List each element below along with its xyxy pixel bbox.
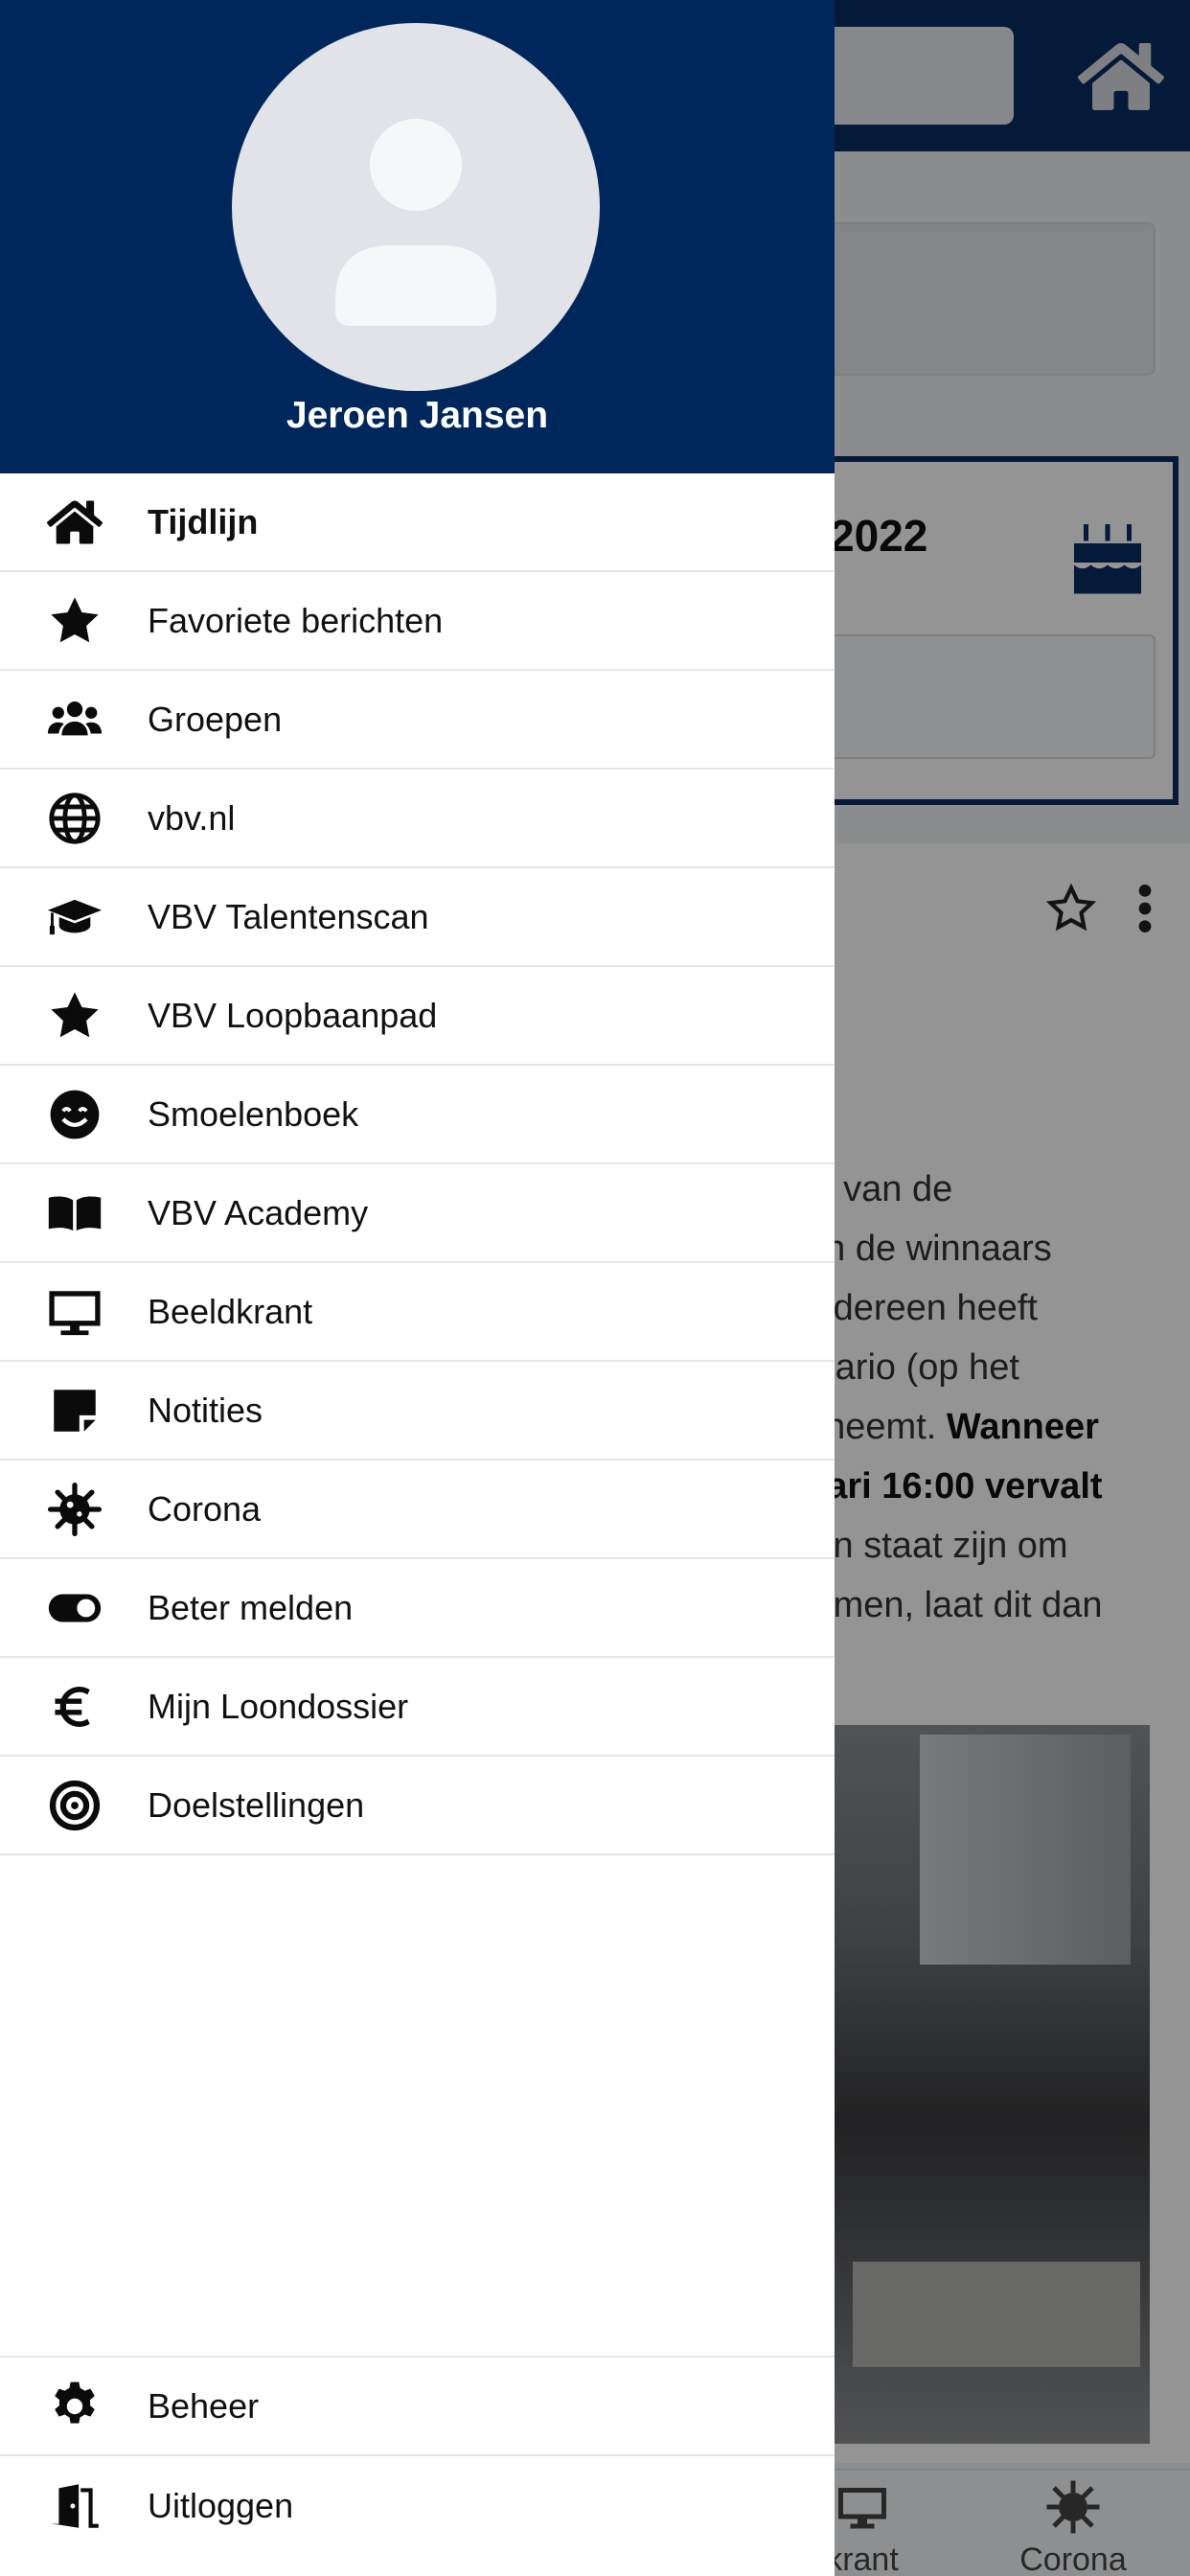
menu-item-label: Notities	[148, 1390, 263, 1430]
menu-item-label: Smoelenboek	[148, 1093, 359, 1134]
menu-item-beheer[interactable]: Beheer	[0, 2358, 835, 2456]
menu-item-vbv-academy[interactable]: VBV Academy	[0, 1164, 835, 1263]
monitor-icon	[44, 1283, 105, 1341]
toggle-icon	[44, 1579, 105, 1637]
user-silhouette-icon	[335, 119, 496, 326]
star-icon	[44, 592, 105, 650]
menu-item-notities[interactable]: Notities	[0, 1362, 835, 1460]
menu-item-favoriete-berichten[interactable]: Favoriete berichten	[0, 572, 835, 671]
navigation-drawer: Jeroen Jansen Tijdlijn Favoriete bericht…	[0, 0, 835, 2576]
menu-item-label: Tijdlijn	[148, 501, 259, 541]
users-icon	[44, 691, 105, 748]
menu-item-label: VBV Loopbaanpad	[148, 995, 438, 1035]
menu-item-label: vbv.nl	[148, 797, 236, 838]
menu-item-label: Doelstellingen	[148, 1784, 365, 1825]
menu-item-vbv-talentenscan[interactable]: VBV Talentenscan	[0, 868, 835, 967]
menu-item-doelstellingen[interactable]: Doelstellingen	[0, 1757, 835, 1855]
book-icon	[44, 1184, 105, 1242]
menu-item-groepen[interactable]: Groepen	[0, 671, 835, 770]
menu-item-label: Favoriete berichten	[148, 600, 444, 640]
menu-item-label: Beeldkrant	[148, 1291, 313, 1331]
drawer-footer-menu: Beheer Uitloggen	[0, 2356, 835, 2555]
menu-item-label: VBV Talentenscan	[148, 896, 429, 936]
menu-item-label: Mijn Loondossier	[148, 1686, 409, 1726]
menu-item-label: Corona	[148, 1488, 262, 1529]
graduation-cap-icon	[44, 888, 105, 946]
star-icon	[44, 987, 105, 1045]
smiley-icon	[44, 1086, 105, 1143]
menu-item-label: VBV Academy	[148, 1192, 369, 1232]
menu-item-label: Beter melden	[148, 1587, 354, 1627]
menu-item-uitloggen[interactable]: Uitloggen	[0, 2456, 835, 2555]
menu-item-corona[interactable]: Corona	[0, 1460, 835, 1559]
user-name: Jeroen Jansen	[286, 395, 549, 436]
avatar[interactable]	[232, 23, 600, 391]
home-icon	[44, 494, 105, 551]
virus-icon	[44, 1481, 105, 1538]
menu-item-vbv-nl[interactable]: vbv.nl	[0, 770, 835, 868]
drawer-header: Jeroen Jansen	[0, 0, 835, 473]
gear-icon	[44, 2378, 105, 2435]
euro-icon	[44, 1678, 105, 1736]
door-exit-icon	[44, 2477, 105, 2535]
menu-item-tijdlijn[interactable]: Tijdlijn	[0, 473, 835, 572]
menu-item-label: Groepen	[148, 699, 283, 739]
drawer-menu: Tijdlijn Favoriete berichten Groepen vbv…	[0, 473, 835, 1855]
globe-icon	[44, 790, 105, 847]
menu-item-smoelenboek[interactable]: Smoelenboek	[0, 1066, 835, 1164]
menu-item-label: Beheer	[148, 2385, 260, 2426]
menu-item-beter-melden[interactable]: Beter melden	[0, 1559, 835, 1658]
menu-item-vbv-loopbaanpad[interactable]: VBV Loopbaanpad	[0, 967, 835, 1066]
menu-item-label: Uitloggen	[148, 2485, 294, 2525]
target-icon	[44, 1777, 105, 1834]
menu-item-beeldkrant[interactable]: Beeldkrant	[0, 1263, 835, 1362]
menu-item-mijn-loondossier[interactable]: Mijn Loondossier	[0, 1658, 835, 1757]
note-icon	[44, 1382, 105, 1439]
